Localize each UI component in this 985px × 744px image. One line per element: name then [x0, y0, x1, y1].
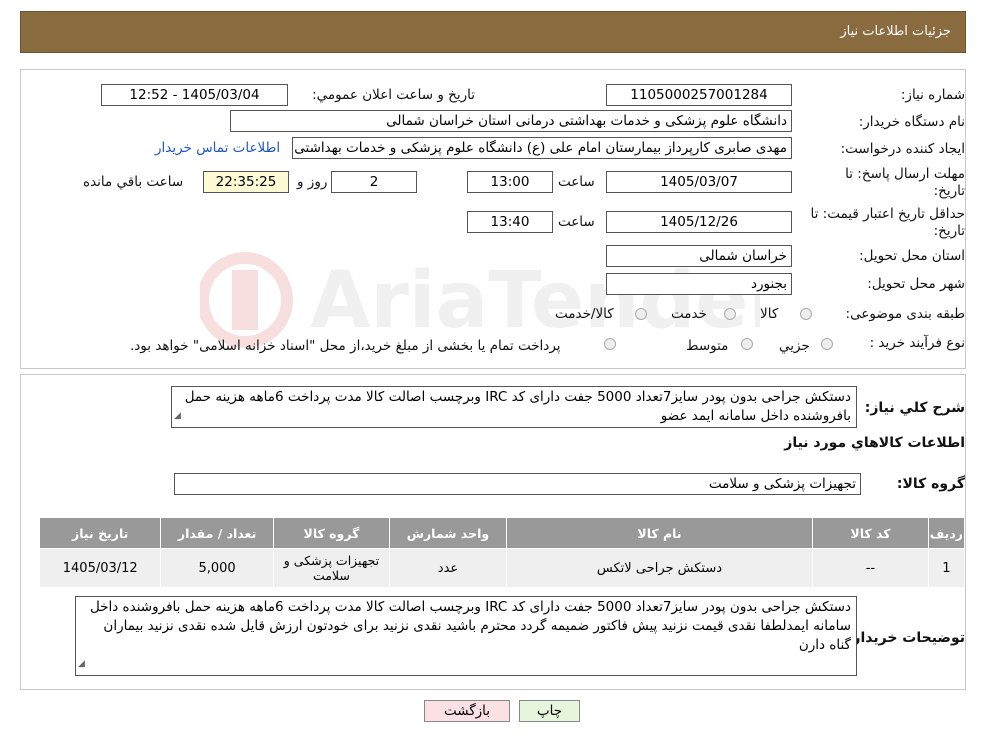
announce-label: تاریخ و ساعت اعلان عمومي:	[312, 87, 475, 103]
goods-group-label: گروه کالا:	[896, 476, 965, 492]
process-medium-label: متوسط	[686, 338, 729, 354]
deadline-label: مهلت ارسال پاسخ: تا تاریخ:	[845, 166, 965, 199]
process-minor-label: جزیي	[779, 338, 810, 354]
description-textarea: دستکش جراحی بدون پودر سایز7تعداد 5000 جف…	[171, 386, 857, 428]
col-quantity: تعداد / مقدار	[160, 517, 274, 549]
cell-unit: عدد	[389, 548, 507, 588]
days-field: 2	[331, 171, 417, 193]
process-label: نوع فرآیند خرید :	[869, 335, 965, 351]
buyer-org-field: دانشگاه علوم پزشکی و خدمات بهداشتی درمان…	[230, 110, 792, 132]
category-label: طبقه بندی موضوعی:	[845, 306, 965, 322]
col-date: تاریخ نیاز	[38, 517, 162, 549]
print-button[interactable]: چاپ	[519, 700, 580, 722]
table-row[interactable]: 1 -- دستکش جراحی لاتکس عدد تجهیزات پزشکی…	[38, 548, 966, 588]
goods-section-title: اطلاعات کالاهاي مورد نیاز	[784, 435, 965, 451]
days-label: روز و	[297, 174, 328, 190]
items-table-wrapper: ردیف کد کالا نام کالا واحد شمارش گروه کا…	[38, 517, 966, 588]
deadline-date-field: 1405/03/07	[606, 171, 792, 193]
cell-row: 1	[927, 548, 966, 588]
remaining-time-field: 22:35:25	[203, 171, 289, 193]
table-header-row: ردیف کد کالا نام کالا واحد شمارش گروه کا…	[38, 517, 966, 549]
goods-group-field: تجهیزات پزشکی و سلامت	[174, 473, 861, 495]
process-note: پرداخت تمام یا بخشی از مبلغ خرید،از محل …	[130, 338, 561, 354]
deadline-time-label: ساعت	[558, 174, 595, 190]
creator-field: مهدی صابری کارپرداز بیمارستان امام علی (…	[292, 137, 792, 159]
validity-time-label: ساعت	[558, 214, 595, 230]
validity-date-field: 1405/12/26	[606, 211, 792, 233]
city-field: بجنورد	[606, 273, 792, 295]
validity-time-field: 13:40	[467, 211, 553, 233]
deadline-time-field: 13:00	[467, 171, 553, 193]
category-goods-service-radio[interactable]	[635, 308, 647, 320]
creator-label: ایجاد کننده درخواست:	[840, 141, 965, 157]
resize-grip-icon[interactable]: ◢	[174, 407, 181, 426]
need-number-field: 1105000257001284	[606, 84, 792, 106]
col-name: نام کالا	[505, 517, 814, 549]
resize-grip-icon[interactable]: ◢	[78, 655, 85, 674]
cell-group: تجهیزات پزشکی و سلامت	[272, 548, 391, 588]
cell-name: دستکش جراحی لاتکس	[505, 548, 814, 588]
cell-date: 1405/03/12	[38, 548, 162, 588]
back-button[interactable]: بازگشت	[424, 700, 510, 722]
buyer-org-label: نام دستگاه خریدار:	[858, 114, 965, 130]
page-title: جزئیات اطلاعات نیاز	[840, 24, 951, 39]
col-unit: واحد شمارش	[389, 517, 507, 549]
announce-field: 1405/03/04 - 12:52	[101, 84, 288, 106]
category-service-label: خدمت	[671, 306, 707, 322]
process-minor-radio[interactable]	[821, 338, 833, 350]
category-goods-label: کالا	[760, 306, 779, 322]
cell-code: --	[812, 548, 929, 588]
treasury-checkbox[interactable]	[604, 338, 616, 350]
buyer-contact-link[interactable]: اطلاعات تماس خریدار	[155, 140, 280, 156]
col-code: کد کالا	[812, 517, 929, 549]
validity-label: حداقل تاریخ اعتبار قیمت: تا تاریخ:	[810, 206, 965, 239]
items-table: ردیف کد کالا نام کالا واحد شمارش گروه کا…	[38, 517, 966, 588]
col-group: گروه کالا	[272, 517, 391, 549]
category-service-radio[interactable]	[724, 308, 736, 320]
city-label: شهر محل تحویل:	[867, 276, 965, 292]
page-header: جزئیات اطلاعات نیاز	[20, 11, 966, 53]
buyer-notes-text: دستکش جراحی بدون پودر سایز7تعداد 5000 جف…	[89, 599, 851, 653]
svg-text:AriaTender.neT: AriaTender.neT	[310, 256, 760, 346]
province-label: استان محل تحویل:	[859, 248, 965, 264]
remaining-label: ساعت باقي مانده	[83, 174, 184, 190]
description-label: شرح کلي نیاز:	[864, 400, 965, 416]
description-text: دستکش جراحی بدون پودر سایز7تعداد 5000 جف…	[184, 389, 851, 424]
col-row: ردیف	[927, 517, 966, 549]
cell-quantity: 5,000	[160, 548, 274, 588]
category-goods-radio[interactable]	[800, 308, 812, 320]
buyer-notes-textarea: دستکش جراحی بدون پودر سایز7تعداد 5000 جف…	[75, 596, 857, 676]
category-goods-service-label: کالا/خدمت	[555, 306, 614, 322]
province-field: خراسان شمالی	[606, 245, 792, 267]
need-number-label: شماره نیاز:	[900, 87, 965, 103]
process-medium-radio[interactable]	[741, 338, 753, 350]
buyer-notes-label: توضیحات خریدار:	[846, 630, 965, 646]
